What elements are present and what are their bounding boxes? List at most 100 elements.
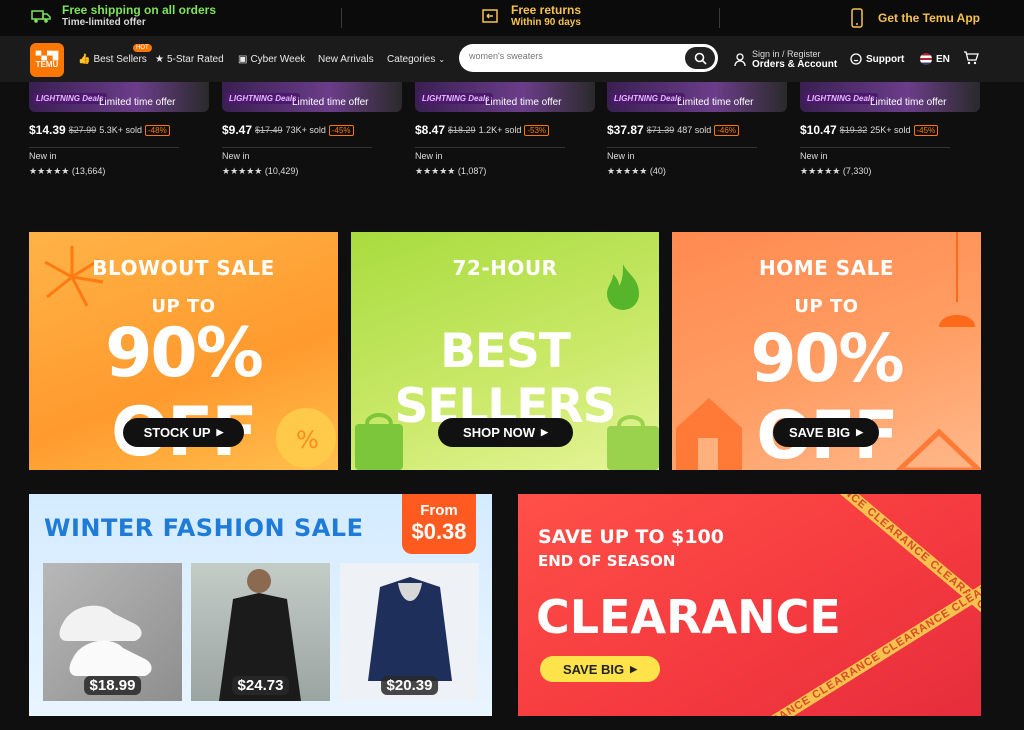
- product-price: $10.47: [800, 123, 837, 137]
- product-card[interactable]: LIGHTNING Deals Limited time offer $8.47…: [415, 82, 595, 177]
- shop-now-button[interactable]: SHOP NOW ▶: [438, 418, 573, 447]
- nav-best-sellers[interactable]: 👍 Best Sellers: [78, 54, 147, 65]
- from-price: $0.38: [411, 519, 467, 544]
- discount-badge: -53%: [524, 124, 550, 136]
- cart-button[interactable]: [963, 51, 979, 70]
- nav-cyber-week[interactable]: ▣ Cyber Week: [238, 54, 305, 65]
- cart-icon: [964, 51, 979, 65]
- support-icon: [850, 53, 862, 65]
- free-shipping-promo[interactable]: Free shipping on all orders Time-limited…: [30, 3, 216, 28]
- clearance-line2: END OF SEASON: [538, 552, 676, 570]
- promo-bar: Free shipping on all orders Time-limited…: [0, 0, 1024, 36]
- sign-in-account[interactable]: Sign in / Register Orders & Account: [734, 49, 837, 70]
- product-card[interactable]: LIGHTNING Deals Limited time offer $9.47…: [222, 82, 402, 177]
- search-button[interactable]: [685, 47, 715, 69]
- nav-new-arrivals[interactable]: New Arrivals: [318, 54, 374, 65]
- winter-fashion-banner[interactable]: WINTER FASHION SALE From $0.38 $18.99 $2…: [29, 494, 492, 716]
- product-price: $20.39: [380, 676, 439, 695]
- save-big-button[interactable]: SAVE BIG ▶: [773, 418, 879, 447]
- home-sale-banner[interactable]: HOME SALE UP TO 90% OFF SAVE BIG ▶: [672, 232, 981, 470]
- blowout-sale-banner[interactable]: % BLOWOUT SALE UP TO 90% OFF STOCK UP ▶: [29, 232, 338, 470]
- temu-logo[interactable]: ▀▄▀█ TEMU: [30, 43, 64, 77]
- logo-mark: ▀▄▀█: [35, 51, 59, 60]
- hot-badge: HOT: [133, 44, 152, 52]
- clearance-line3: CLEARANCE: [536, 590, 841, 644]
- rating: ★★★★★ (1,087): [415, 166, 595, 177]
- lightning-deals-badge: LIGHTNING Deals: [611, 93, 685, 104]
- chevron-down-icon: ⌄: [438, 55, 446, 64]
- us-flag-icon: [920, 53, 932, 65]
- limited-offer-label: Limited time offer: [485, 97, 562, 108]
- bestsellers-line1: 72-HOUR: [452, 256, 558, 280]
- returns-sub: Within 90 days: [511, 17, 581, 28]
- best-sellers-banner[interactable]: 72-HOUR BEST SELLERS SHOP NOW ▶: [351, 232, 659, 470]
- nav-5-star-label: 5-Star Rated: [166, 54, 224, 65]
- free-returns-promo[interactable]: Free returns Within 90 days: [479, 3, 581, 28]
- discount-badge: -45%: [913, 124, 939, 136]
- returns-title: Free returns: [511, 3, 582, 17]
- nav-new-arrivals-label: New Arrivals: [318, 54, 374, 65]
- lightning-deals-strip: LIGHTNING Deals Limited time offer $14.3…: [0, 82, 1024, 192]
- rating: ★★★★★ (10,429): [222, 166, 402, 177]
- support-label: Support: [866, 53, 905, 65]
- stock-up-label: STOCK UP: [143, 425, 211, 440]
- get-app-promo[interactable]: Get the Temu App: [846, 7, 980, 29]
- save-big-button[interactable]: SAVE BIG ▶: [540, 656, 660, 682]
- product-price: $24.73: [231, 676, 290, 695]
- star-badge-icon: ★: [155, 54, 164, 65]
- home-line3: 90% OFF: [750, 320, 905, 470]
- product-image: LIGHTNING Deals Limited time offer: [415, 82, 595, 112]
- product-price: $9.47: [222, 123, 253, 137]
- divider: [719, 8, 720, 28]
- coat-product[interactable]: $24.73: [191, 563, 330, 701]
- blowout-line1: BLOWOUT SALE: [92, 256, 275, 280]
- signin-label: Sign in / Register: [752, 49, 821, 59]
- save-big-label: SAVE BIG: [788, 425, 851, 440]
- stock-up-button[interactable]: STOCK UP ▶: [123, 418, 244, 447]
- sold-count: 5.3K+ sold: [99, 125, 143, 135]
- stars-icon: ★★★★★: [607, 166, 648, 176]
- lightning-deals-badge: LIGHTNING Deals: [226, 93, 300, 104]
- limited-offer-label: Limited time offer: [677, 97, 754, 108]
- jacket-product[interactable]: $20.39: [340, 563, 479, 701]
- play-arrow-icon: ▶: [216, 427, 224, 437]
- product-price: $8.47: [415, 123, 446, 137]
- search-input[interactable]: [469, 51, 669, 61]
- stars-icon: ★★★★★: [222, 166, 263, 176]
- limited-offer-label: Limited time offer: [99, 97, 176, 108]
- rating: ★★★★★ (40): [607, 166, 787, 177]
- original-price: $19.32: [839, 125, 868, 135]
- original-price: $18.29: [448, 125, 476, 135]
- winter-title: WINTER FASHION SALE: [44, 514, 364, 542]
- product-card[interactable]: LIGHTNING Deals Limited time offer $14.3…: [29, 82, 209, 177]
- from-price-badge: From $0.38: [402, 494, 476, 554]
- review-count: (13,664): [71, 166, 106, 176]
- product-card[interactable]: LIGHTNING Deals Limited time offer $37.8…: [607, 82, 787, 177]
- rating: ★★★★★ (7,330): [800, 166, 980, 177]
- sneakers-product[interactable]: $18.99: [43, 563, 182, 701]
- language-selector[interactable]: EN: [920, 53, 950, 65]
- shipping-title: Free shipping on all orders: [62, 3, 217, 17]
- thumbs-up-icon: 👍: [78, 54, 91, 65]
- product-card[interactable]: LIGHTNING Deals Limited time offer $10.4…: [800, 82, 980, 177]
- home-line1: HOME SALE: [758, 256, 895, 280]
- nav-best-sellers-label: Best Sellers: [93, 54, 147, 65]
- logo-text: TEMU: [35, 60, 59, 69]
- play-arrow-icon: ▶: [630, 663, 638, 674]
- limited-offer-label: Limited time offer: [292, 97, 369, 108]
- user-icon: [734, 52, 746, 66]
- product-image: LIGHTNING Deals Limited time offer: [800, 82, 980, 112]
- new-in-label: New in: [800, 147, 950, 161]
- lightning-deals-badge: LIGHTNING Deals: [33, 93, 107, 104]
- clearance-banner[interactable]: CLEARANCE CLEARANCE CLEARANCE CLEARANCE …: [518, 494, 981, 716]
- get-app-label: Get the Temu App: [878, 11, 980, 25]
- nav-5-star-rated[interactable]: ★ 5-Star Rated: [155, 54, 224, 65]
- nav-cyber-week-label: Cyber Week: [250, 54, 306, 65]
- original-price: $27.99: [68, 125, 97, 135]
- sold-count: 73K+ sold: [285, 125, 326, 135]
- nav-categories[interactable]: Categories ⌄: [387, 54, 445, 65]
- language-label: EN: [936, 53, 950, 65]
- support-link[interactable]: Support: [850, 53, 904, 65]
- new-in-label: New in: [222, 147, 372, 161]
- new-in-label: New in: [29, 147, 179, 161]
